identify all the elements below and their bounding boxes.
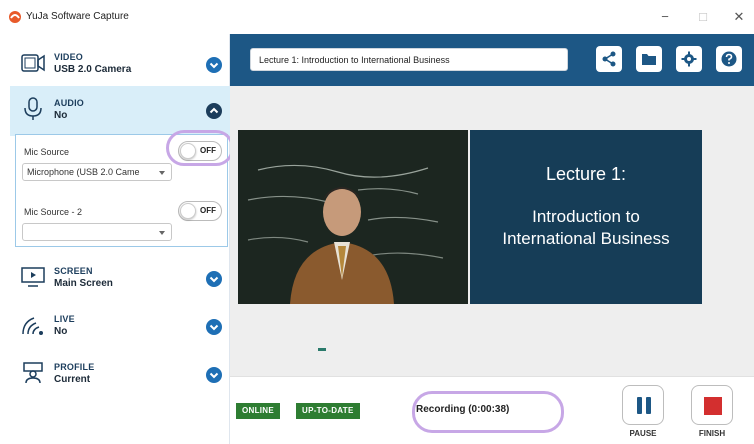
status-bar: ONLINE UP-TO-DATE Recording (0:00:38) PA… bbox=[230, 376, 754, 444]
maximize-button[interactable]: □ bbox=[694, 8, 712, 26]
chevron-down-icon[interactable] bbox=[206, 271, 222, 287]
mic-source-2-toggle[interactable]: OFF bbox=[178, 201, 222, 221]
microphone-icon bbox=[24, 97, 42, 120]
pause-icon bbox=[637, 397, 651, 414]
select-value: Microphone (USB 2.0 Came bbox=[27, 167, 140, 177]
chevron-down-icon[interactable] bbox=[206, 319, 222, 335]
gear-icon bbox=[681, 51, 697, 67]
highlight-ring bbox=[166, 130, 234, 166]
up-to-date-badge: UP-TO-DATE bbox=[296, 403, 360, 419]
settings-button[interactable] bbox=[676, 46, 702, 72]
profile-icon bbox=[23, 362, 43, 384]
section-name: LIVE bbox=[54, 314, 75, 324]
sidebar-section-screen[interactable]: SCREEN Main Screen bbox=[10, 254, 230, 302]
share-button[interactable] bbox=[596, 46, 622, 72]
folder-button[interactable] bbox=[636, 46, 662, 72]
stop-icon bbox=[704, 397, 722, 415]
preview-indicator bbox=[318, 348, 326, 351]
camera-preview bbox=[238, 130, 468, 304]
chevron-down-icon[interactable] bbox=[206, 367, 222, 383]
mic-source-select[interactable]: Microphone (USB 2.0 Came bbox=[22, 163, 172, 181]
live-icon bbox=[22, 317, 43, 335]
chevron-down-icon bbox=[159, 231, 165, 235]
section-value: Current bbox=[54, 374, 91, 385]
pause-button[interactable] bbox=[622, 385, 664, 425]
window-title: YuJa Software Capture bbox=[26, 11, 129, 22]
finish-button[interactable] bbox=[691, 385, 733, 425]
section-value: No bbox=[54, 326, 68, 337]
title-bar: YuJa Software Capture − □ ✕ bbox=[0, 0, 754, 34]
pause-label: PAUSE bbox=[629, 429, 657, 438]
toggle-knob bbox=[180, 203, 196, 219]
folder-icon bbox=[642, 54, 656, 65]
share-icon bbox=[602, 51, 616, 67]
minimize-button[interactable]: − bbox=[656, 8, 674, 26]
section-value: USB 2.0 Camera bbox=[54, 64, 132, 75]
mic-source-2-label: Mic Source - 2 bbox=[24, 207, 83, 217]
chevron-down-icon bbox=[159, 171, 165, 175]
chevron-up-icon[interactable] bbox=[206, 103, 222, 119]
lecturer-video-image bbox=[238, 130, 468, 304]
finish-label: FINISH bbox=[698, 429, 726, 438]
section-name: VIDEO bbox=[54, 52, 84, 62]
top-toolbar: Lecture 1: Introduction to International… bbox=[230, 34, 754, 86]
camera-icon bbox=[21, 54, 45, 72]
lecture-title-input[interactable]: Lecture 1: Introduction to International… bbox=[250, 48, 568, 71]
app-window: YuJa Software Capture − □ ✕ VIDEO USB 2.… bbox=[0, 0, 754, 444]
sidebar-section-audio[interactable]: AUDIO No bbox=[10, 86, 230, 136]
slide-body: Introduction to International Business bbox=[502, 207, 670, 248]
section-value: No bbox=[54, 110, 68, 121]
online-badge: ONLINE bbox=[236, 403, 281, 419]
sidebar: VIDEO USB 2.0 Camera AUDIO No Mic Source bbox=[10, 34, 234, 444]
sidebar-section-profile[interactable]: PROFILE Current bbox=[10, 350, 230, 398]
help-button[interactable] bbox=[716, 46, 742, 72]
slide-preview: Lecture 1: Introduction to International… bbox=[470, 130, 702, 304]
yuja-logo-icon bbox=[9, 11, 21, 23]
close-button[interactable]: ✕ bbox=[730, 8, 748, 26]
chevron-down-icon[interactable] bbox=[206, 57, 222, 73]
sidebar-section-live[interactable]: LIVE No bbox=[10, 302, 230, 350]
sidebar-section-video[interactable]: VIDEO USB 2.0 Camera bbox=[10, 40, 230, 88]
slide-title: Lecture 1: bbox=[545, 164, 627, 184]
section-name: SCREEN bbox=[54, 266, 93, 276]
section-name: AUDIO bbox=[54, 98, 84, 108]
screen-icon bbox=[21, 267, 45, 287]
section-name: PROFILE bbox=[54, 362, 95, 372]
toggle-state: OFF bbox=[200, 206, 216, 215]
help-icon bbox=[721, 51, 737, 67]
highlight-ring bbox=[412, 391, 564, 433]
mic-source-2-select[interactable] bbox=[22, 223, 172, 241]
mic-source-label: Mic Source bbox=[24, 147, 70, 157]
section-value: Main Screen bbox=[54, 278, 113, 289]
preview-area: Lecture 1: Introduction to International… bbox=[230, 86, 754, 376]
